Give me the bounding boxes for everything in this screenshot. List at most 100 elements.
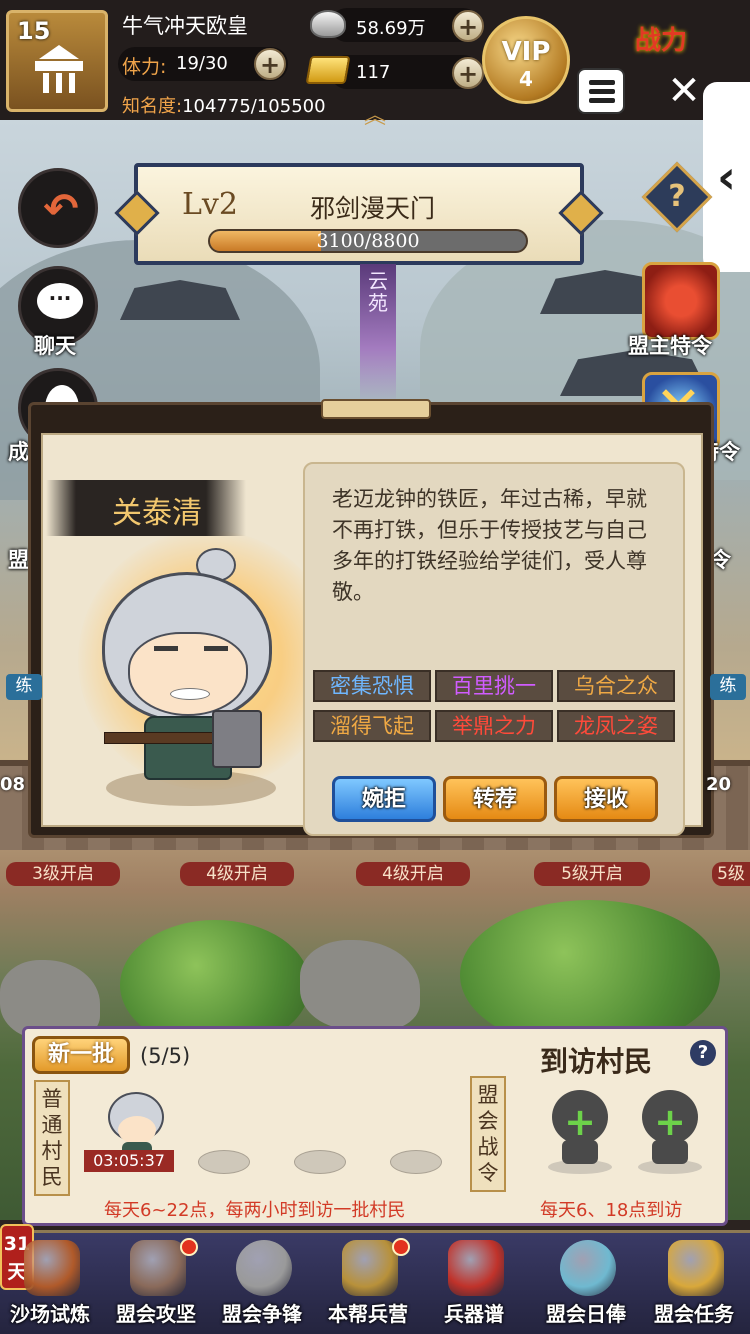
slot-level: 20 (706, 774, 732, 795)
nav-barracks[interactable]: 本帮兵营 (318, 1236, 418, 1332)
horn-icon (668, 1240, 724, 1296)
fame-label: 知名度: (122, 96, 183, 117)
npc-name: 关泰清 (112, 496, 202, 531)
leader-order-icon[interactable] (642, 262, 720, 340)
nav-label: 兵器谱 (444, 1302, 504, 1326)
top-status-bar: 15 牛气冲天欧皇 体力: 19/30 + 知名度:104775/105500 … (0, 0, 750, 129)
decline-button[interactable]: 婉拒 (332, 776, 436, 822)
chat-bubble-icon: ··· (37, 283, 83, 319)
empty-villager-slot (198, 1150, 250, 1174)
silver-value: 58.69万 (356, 18, 426, 39)
new-batch-button[interactable]: 新一批 (32, 1036, 130, 1074)
add-stamina-button[interactable]: + (254, 48, 286, 80)
notification-dot (392, 1238, 410, 1256)
guild-banner: Lv2 邪剑漫天门 3100/8800 (134, 163, 584, 265)
money-tree-icon (560, 1240, 616, 1296)
location-ribbon[interactable]: 云苑 (360, 264, 396, 404)
question-icon: ? (668, 179, 686, 214)
fame-value: 104775/105500 (182, 96, 326, 117)
slot-unlock-label: 5级开启 (534, 862, 650, 886)
nav-label: 沙场试炼 (10, 1302, 90, 1326)
visitors-title: 到访村民 (540, 1045, 653, 1078)
side-drawer-toggle[interactable]: ‹ (703, 82, 750, 272)
trial-icon (24, 1240, 80, 1296)
trait-tag: 密集恐惧 (313, 670, 431, 702)
nav-guild-contest[interactable]: 盟会争锋 (212, 1236, 312, 1332)
guild-exp-text: 3100/8800 (316, 230, 420, 252)
slot-unlock-label: 3级开启 (6, 862, 120, 886)
player-avatar[interactable]: 15 (6, 10, 108, 112)
slot-unlock-label: 4级开启 (356, 862, 470, 886)
npc-portrait (96, 548, 286, 808)
nav-guild-tasks[interactable]: 盟会任务 (644, 1236, 744, 1332)
rock (300, 940, 420, 1030)
slot-unlock-label: 5级 (712, 862, 750, 886)
war-order-tag: 盟会战令 (470, 1076, 506, 1192)
guild-level: Lv2 (182, 187, 238, 222)
ribbon-text: 云苑 (368, 269, 388, 315)
add-icon: + (564, 1100, 596, 1144)
nav-battlefield-trial[interactable]: 沙场试炼 (0, 1236, 100, 1332)
back-arrow-icon: ↶ (43, 184, 79, 233)
recommend-button[interactable]: 转荐 (443, 776, 547, 822)
silver-icon (310, 10, 346, 38)
fist-icon (130, 1240, 186, 1296)
training-badge: 练 (6, 674, 42, 700)
empty-villager-slot (294, 1150, 346, 1174)
nav-label: 本帮兵营 (328, 1302, 408, 1326)
vip-badge[interactable]: VIP 4 (482, 16, 570, 104)
trait-tag: 乌合之众 (557, 670, 675, 702)
close-icon[interactable]: ✕ (664, 68, 704, 114)
combat-power-label[interactable]: 战力 (635, 20, 687, 57)
partial-label: 盟 (8, 548, 29, 572)
war-schedule-note: 每天6、18点到访 (540, 1200, 683, 1221)
dialog-cap (321, 399, 431, 419)
nav-guild-siege[interactable]: 盟会攻坚 (106, 1236, 206, 1332)
locked-villager-slot[interactable]: + (548, 1090, 612, 1174)
visitors-help-icon[interactable]: ? (690, 1040, 716, 1066)
back-button[interactable]: ↶ (18, 168, 98, 248)
add-gold-button[interactable]: + (452, 57, 484, 89)
nav-daily-salary[interactable]: 盟会日俸 (536, 1236, 636, 1332)
player-level: 15 (17, 17, 51, 45)
menu-button[interactable] (577, 68, 625, 114)
visit-schedule-note: 每天6~22点，每两小时到访一批村民 (104, 1200, 406, 1221)
nav-label: 盟会日俸 (546, 1302, 626, 1326)
empty-villager-slot (390, 1150, 442, 1174)
trait-tag: 溜得飞起 (313, 710, 431, 742)
leader-order-label: 盟主特令 (628, 334, 712, 358)
accept-button[interactable]: 接收 (554, 776, 658, 822)
fame-row: 知名度:104775/105500 (122, 92, 326, 118)
chevron-left-icon: ‹ (717, 150, 736, 204)
temple-icon (35, 45, 83, 95)
player-name: 牛气冲天欧皇 (122, 14, 248, 38)
vip-label: VIP (501, 37, 551, 67)
trait-tag: 百里挑一 (435, 670, 553, 702)
stamina-label: 体力: (122, 56, 167, 78)
common-villager-tag: 普通村民 (34, 1080, 70, 1196)
training-badge: 练 (710, 674, 746, 700)
scroll-book-icon (448, 1240, 504, 1296)
slot-level: 08 (0, 774, 26, 795)
nav-weapon-list[interactable]: 兵器谱 (424, 1236, 524, 1332)
vip-level: 4 (519, 67, 533, 91)
trait-tag: 举鼎之力 (435, 710, 553, 742)
hammer-icon (104, 732, 214, 744)
gold-value: 117 (356, 62, 391, 83)
add-silver-button[interactable]: + (452, 10, 484, 42)
slot-unlock-label: 4级开启 (180, 862, 294, 886)
visit-timer: 03:05:37 (84, 1150, 174, 1172)
nav-label: 盟会攻坚 (116, 1302, 196, 1326)
batch-count: (5/5) (140, 1044, 191, 1068)
guild-exp-bar: 3100/8800 (208, 229, 528, 253)
stamina-value: 19/30 (176, 53, 228, 74)
notification-dot (180, 1238, 198, 1256)
guild-name: 邪剑漫天门 (310, 194, 436, 223)
nav-label: 盟会争锋 (222, 1302, 302, 1326)
nav-label: 盟会任务 (654, 1302, 734, 1326)
trait-tag: 龙凤之姿 (557, 710, 675, 742)
partial-label: 成 (8, 440, 29, 464)
helmet-icon (342, 1240, 398, 1296)
chevron-up-icon[interactable]: ︽ (364, 98, 386, 130)
locked-villager-slot[interactable]: + (638, 1090, 702, 1174)
